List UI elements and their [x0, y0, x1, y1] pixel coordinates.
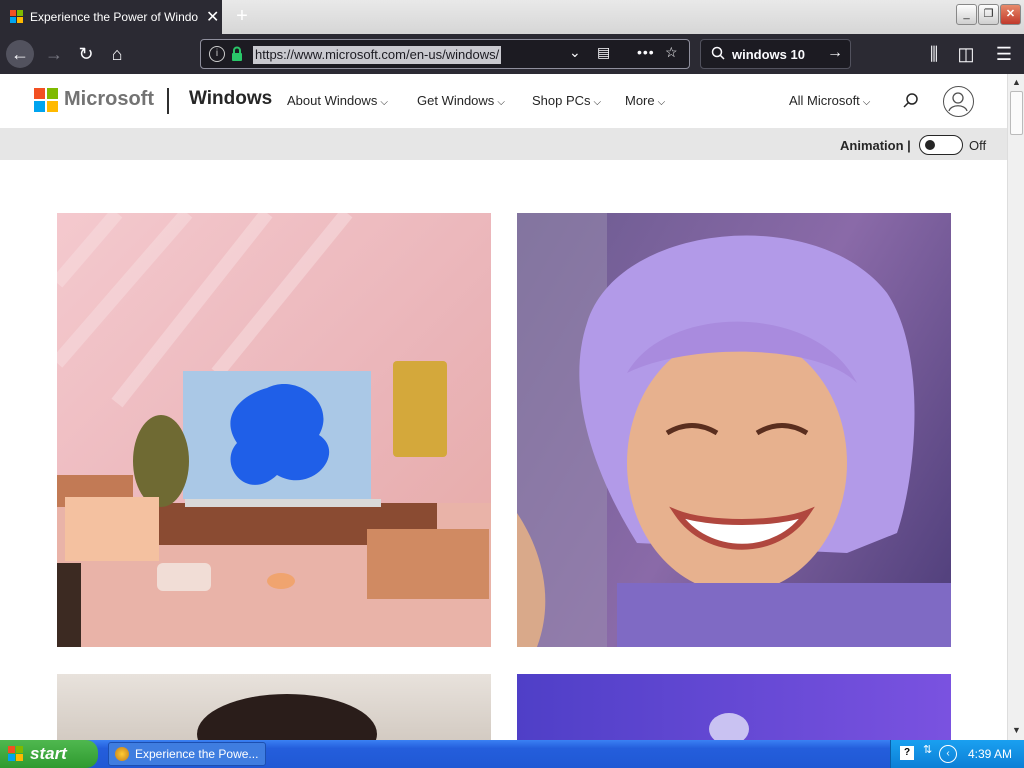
clock: 4:39 AM [968, 747, 1013, 761]
user-icon [948, 92, 968, 112]
tab-active[interactable]: Experience the Power of Windows ✕ [0, 0, 222, 34]
chevron-down-icon: ⌵ [862, 97, 871, 108]
url-bar[interactable]: i https://www.microsoft.com/en-us/window… [200, 39, 690, 69]
minimize-button[interactable]: _ [956, 4, 977, 25]
home-icon[interactable]: ⌂ [103, 40, 131, 68]
tab-title: Experience the Power of Windows [30, 10, 198, 24]
start-button[interactable]: start [0, 740, 98, 768]
nav-all-microsoft[interactable]: All Microsoft ⌵ [789, 93, 870, 108]
person-image [197, 694, 377, 740]
library-icon[interactable]: ⫼ [920, 40, 948, 68]
header-divider [167, 88, 169, 114]
new-tab-button[interactable]: + [230, 4, 254, 28]
nav-about-windows[interactable]: About Windows ⌵ [287, 93, 388, 108]
chevron-down-icon: ⌵ [497, 97, 505, 108]
hero-image-woman [517, 213, 951, 647]
taskbar-window-item[interactable]: Experience the Powe... [108, 742, 266, 766]
windows-flag-icon [8, 746, 24, 762]
scroll-thumb[interactable] [1010, 91, 1023, 135]
windows-product-link[interactable]: Windows [189, 88, 272, 110]
reader-icon[interactable]: ▤ [597, 44, 610, 61]
nav-shop-pcs[interactable]: Shop PCs ⌵ [532, 93, 601, 108]
microsoft-brand-text[interactable]: Microsoft [64, 88, 154, 111]
image-tile-3 [57, 674, 491, 740]
search-go-arrow-icon[interactable]: → [827, 44, 843, 62]
nav-get-windows[interactable]: Get Windows ⌵ [417, 93, 505, 108]
hero-image-laptop [57, 213, 491, 647]
menu-icon[interactable]: ☰ [990, 40, 1018, 68]
microphone-image [709, 713, 749, 740]
search-query: windows 10 [732, 47, 805, 62]
search-icon [711, 46, 725, 60]
laptop-scene-image [57, 213, 491, 647]
animation-label: Animation | [840, 138, 911, 153]
scroll-up-arrow-icon[interactable]: ▲ [1009, 74, 1024, 90]
microsoft-header: Microsoft Windows About Windows ⌵ Get Win… [0, 74, 1007, 128]
url-text[interactable]: https://www.microsoft.com/en-us/windows/ [253, 46, 502, 64]
system-tray: ? ⇅ ‹ 4:39 AM [890, 740, 1024, 768]
window-close-button[interactable]: ✕ [1000, 4, 1021, 25]
restore-button[interactable]: ❐ [978, 4, 999, 25]
microsoft-favicon-icon [10, 10, 24, 24]
search-icon[interactable] [902, 92, 920, 110]
taskbar-window-title: Experience the Powe... [135, 747, 259, 761]
nav-more[interactable]: More ⌵ [625, 93, 665, 108]
back-icon[interactable]: ← [6, 40, 34, 68]
search-bar[interactable]: windows 10 → [700, 39, 851, 69]
bookmark-star-icon[interactable]: ☆ [665, 44, 678, 61]
animation-bar: Animation | Off [0, 128, 1007, 160]
tray-expand-icon[interactable]: ‹ [939, 745, 957, 763]
chevron-down-icon: ⌵ [657, 97, 666, 108]
animation-state: Off [969, 138, 987, 153]
avatar-icon[interactable] [943, 86, 974, 117]
page-scrollbar[interactable]: ▲ ▼ [1007, 74, 1024, 740]
web-page: Microsoft Windows About Windows ⌵ Get Win… [0, 74, 1007, 740]
help-icon[interactable]: ? [900, 746, 914, 760]
start-label: start [30, 744, 67, 763]
browser-toolbar: ← → ↻ ⌂ i https://www.microsoft.com/en-u… [0, 34, 1024, 74]
taskbar: start Experience the Powe... ? ⇅ ‹ 4:39 … [0, 740, 1024, 768]
microsoft-logo-icon[interactable] [34, 88, 58, 112]
more-icon[interactable]: ••• [637, 44, 655, 60]
lock-icon[interactable] [231, 46, 243, 62]
chevron-down-icon: ⌵ [593, 97, 602, 108]
sidebar-icon[interactable]: ◫ [952, 40, 980, 68]
dropdown-chevron-icon[interactable]: ⌄ [569, 44, 581, 61]
animation-toggle[interactable] [919, 135, 963, 155]
toggle-knob [925, 140, 935, 150]
chevron-down-icon: ⌵ [380, 97, 388, 108]
forward-icon[interactable]: → [40, 40, 68, 68]
smiling-woman-image [517, 213, 951, 647]
image-tile-4 [517, 674, 951, 740]
browser-titlebar: Experience the Power of Windows ✕ + _ ❐ … [0, 0, 1024, 34]
scroll-down-arrow-icon[interactable]: ▼ [1009, 722, 1024, 738]
info-icon[interactable]: i [209, 46, 225, 62]
network-icon[interactable]: ⇅ [923, 743, 932, 756]
tab-close-icon[interactable]: ✕ [206, 7, 219, 27]
reload-icon[interactable]: ↻ [72, 40, 100, 68]
firefox-icon [115, 747, 129, 761]
